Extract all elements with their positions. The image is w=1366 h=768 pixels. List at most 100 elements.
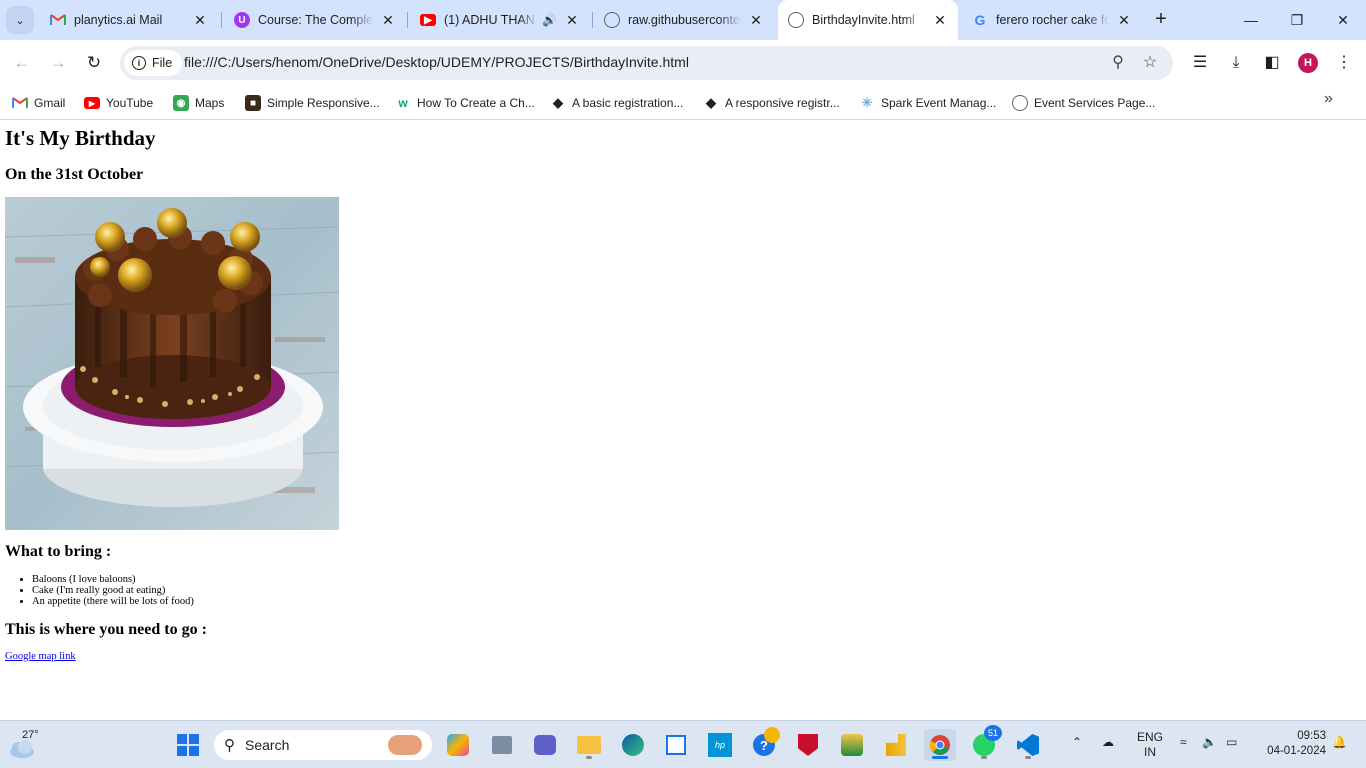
gmail-icon [50,12,66,28]
edge-app[interactable] [617,729,649,761]
video-call-icon [534,735,556,755]
search-placeholder: Search [245,737,290,753]
reload-button[interactable]: ↻ [80,49,108,77]
game-app[interactable] [836,729,868,761]
close-icon[interactable]: ✕ [1116,12,1132,29]
side-panel-icon[interactable]: ◧ [1261,52,1283,74]
download-icon[interactable]: ⤓ [1225,52,1247,74]
bookmark-basic-registration[interactable]: ◆ A basic registration... [550,92,683,114]
weather-temperature: 27° [22,729,39,741]
tab-youtube[interactable]: ▶ (1) ADHU THAN K 🔊 ✕ [410,6,590,34]
tab-google-search[interactable]: G ferero rocher cake fo ✕ [962,6,1142,34]
copilot-app[interactable] [442,729,474,761]
new-tab-button[interactable]: + [1150,8,1172,30]
tab-title: planytics.ai Mail [74,13,163,27]
power-bi-app[interactable] [880,729,912,761]
profile-avatar[interactable]: H [1298,53,1318,73]
back-button[interactable]: ← [8,49,36,77]
bookmark-label: A basic registration... [572,96,684,110]
taskbar: 27° ⚲ Search hp ? 51 ⌃ ☁ ENG IN ≈ 🔈 ▭ 09… [0,720,1366,768]
forward-button[interactable]: → [44,49,72,77]
taskbar-search[interactable]: ⚲ Search [214,730,432,760]
page-title: It's My Birthday [5,126,156,150]
close-window-button[interactable]: ✕ [1320,0,1366,40]
tab-birthday-invite[interactable]: BirthdayInvite.html ✕ [778,0,958,40]
tab-title: raw.githubuserconten [628,13,742,27]
tab-search-button[interactable]: ⌄ [6,6,34,34]
tab-gmail[interactable]: planytics.ai Mail ✕ [40,6,218,34]
weather-widget[interactable]: 27° [8,727,52,763]
list-item: Baloons (I love baloons) [32,574,194,585]
teams-app[interactable] [529,729,561,761]
clock-time: 09:53 [1297,730,1326,742]
bookmarks-bar: Gmail ▶ YouTube ◉ Maps ■ Simple Responsi… [0,86,1366,120]
get-help-app[interactable]: ? [748,727,780,761]
site-info-chip[interactable]: i File [124,50,183,76]
close-icon[interactable]: ✕ [932,12,948,29]
bookmark-star-icon[interactable]: ☆ [1140,53,1160,73]
close-icon[interactable]: ✕ [380,12,396,29]
site-info-label: File [152,56,173,70]
store-icon [666,735,686,755]
browser-toolbar: ← → ↻ i File file:///C:/Users/henom/OneD… [0,40,1366,86]
speaker-icon[interactable]: 🔊 [542,13,558,27]
w3schools-icon: w [398,96,408,110]
list-item: An appetite (there will be lots of food) [32,596,194,607]
tab-udemy-course[interactable]: U Course: The Complete ✕ [224,6,406,34]
start-button[interactable] [172,729,204,761]
spark-icon: ✳ [861,95,873,110]
bookmark-simple-responsive[interactable]: ■ Simple Responsive... [245,92,380,114]
globe-icon [1012,95,1028,111]
whatsapp-app[interactable]: 51 [968,725,1002,761]
minimize-button[interactable]: — [1228,0,1274,40]
file-explorer-app[interactable] [573,729,605,761]
hp-icon: hp [708,733,732,757]
close-icon[interactable]: ✕ [564,12,580,29]
tab-raw-github[interactable]: raw.githubuserconten ✕ [594,6,774,34]
language-indicator[interactable]: ENG IN [1134,730,1166,760]
bookmark-label: Spark Event Manag... [881,96,997,110]
zoom-icon[interactable]: ⚲ [1108,53,1128,73]
mcafee-app[interactable] [792,729,824,761]
reading-list-icon[interactable]: ☰ [1189,52,1211,74]
clock[interactable]: 09:53 04-01-2024 [1256,729,1326,759]
bookmark-maps[interactable]: ◉ Maps [173,92,224,114]
globe-icon [604,12,620,28]
bookmark-how-to-create[interactable]: w How To Create a Ch... [395,92,535,114]
edge-icon [622,734,644,756]
close-icon[interactable]: ✕ [748,12,764,29]
menu-icon[interactable]: ⋮ [1333,52,1355,74]
url-text[interactable]: file:///C:/Users/henom/OneDrive/Desktop/… [184,54,689,70]
battery-icon[interactable]: ▭ [1226,735,1237,749]
myhp-app[interactable]: hp [704,729,736,761]
bookmark-responsive-registration[interactable]: ◆ A responsive registr... [703,92,840,114]
notification-bell-icon[interactable]: 🔔 [1332,735,1347,749]
onedrive-cloud-icon[interactable]: ☁ [1102,735,1114,749]
task-view-icon [492,736,512,754]
speaker-icon[interactable]: 🔈 [1202,735,1217,749]
address-bar[interactable]: i File file:///C:/Users/henom/OneDrive/D… [120,46,1173,80]
bookmark-youtube[interactable]: ▶ YouTube [84,92,153,114]
bookmark-event-services[interactable]: Event Services Page... [1012,92,1155,114]
close-icon[interactable]: ✕ [192,12,208,29]
clock-date: 04-01-2024 [1267,745,1326,757]
list-item: Cake (I'm really good at eating) [32,585,194,596]
chevron-up-icon[interactable]: ⌃ [1072,735,1082,749]
site-icon: ■ [245,95,261,111]
google-map-link[interactable]: Google map link [5,651,76,662]
maps-icon: ◉ [173,95,189,111]
gmail-icon [12,95,28,111]
restore-button[interactable]: ❐ [1274,0,1320,40]
running-indicator [1025,756,1031,759]
store-app[interactable] [660,729,692,761]
task-view-app[interactable] [486,729,518,761]
wifi-icon[interactable]: ≈ [1180,735,1187,749]
bookmark-gmail[interactable]: Gmail [12,92,65,114]
chrome-app[interactable] [924,729,956,761]
vscode-app[interactable] [1012,729,1044,761]
bookmarks-overflow-icon[interactable]: » [1324,90,1333,108]
cake-image [5,197,339,530]
globe-icon [788,12,804,28]
copilot-icon [447,734,469,756]
bookmark-spark-event[interactable]: ✳ Spark Event Manag... [859,92,997,114]
